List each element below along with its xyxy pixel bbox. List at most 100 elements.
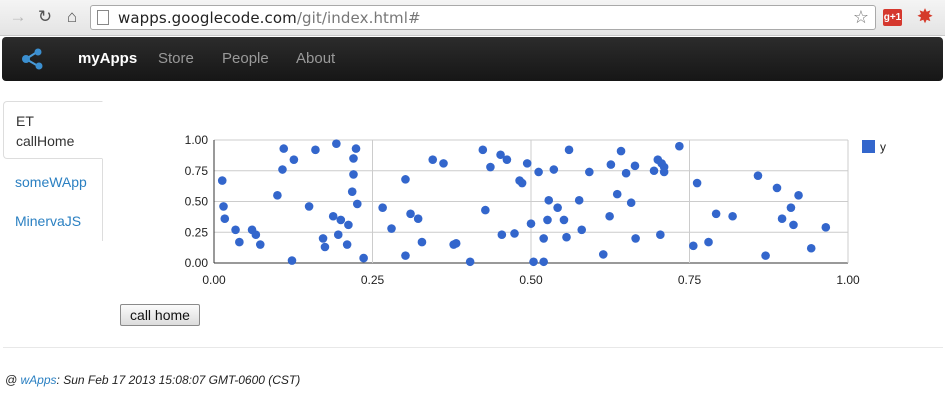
footer-divider (3, 347, 943, 348)
data-point (387, 224, 396, 233)
data-point (711, 209, 721, 219)
data-point (378, 203, 387, 212)
data-point (522, 159, 532, 168)
data-point (539, 234, 548, 243)
data-point (529, 257, 538, 267)
data-point (344, 220, 353, 230)
data-point (336, 215, 346, 225)
nav-link-people[interactable]: People (222, 50, 269, 67)
data-point (585, 167, 594, 177)
y-tick-label: 0.25 (185, 225, 209, 239)
data-point (605, 211, 614, 221)
tab-callhome[interactable]: ET callHome (3, 101, 103, 159)
data-point (413, 214, 423, 224)
data-point (728, 211, 737, 221)
data-point (564, 145, 574, 155)
data-point (562, 232, 571, 242)
x-tick-label: 0.25 (361, 273, 385, 287)
data-point (217, 176, 227, 185)
data-point (235, 237, 244, 247)
data-point (606, 160, 616, 169)
data-point (704, 237, 713, 247)
data-point (347, 187, 357, 196)
data-point (349, 154, 358, 163)
extension-badge-icon[interactable]: ✸ (915, 7, 935, 27)
molecule-logo-icon[interactable] (20, 47, 46, 71)
data-point (761, 251, 770, 260)
data-point (352, 199, 362, 209)
data-point (486, 162, 495, 172)
x-tick-label: 0.00 (202, 273, 226, 287)
data-point (612, 189, 622, 199)
y-tick-label: 1.00 (185, 133, 209, 147)
data-point (598, 250, 608, 259)
gplus-extension-icon[interactable]: g+1 (883, 9, 902, 26)
data-point (616, 146, 626, 156)
data-point (219, 202, 228, 211)
data-point (278, 165, 287, 174)
browser-toolbar: → ↻ ⌂ wapps.googlecode.com/git/index.htm… (0, 0, 945, 36)
data-point (689, 241, 698, 251)
data-point (287, 256, 297, 265)
footer: @ wApps: Sun Feb 17 2013 15:08:07 GMT-06… (5, 373, 300, 387)
tab-somewapp[interactable]: someWApp (3, 172, 103, 192)
nav-link-about[interactable]: About (296, 50, 335, 67)
data-point (251, 230, 261, 240)
y-tick-label: 0.75 (185, 164, 209, 178)
footer-prefix: @ (5, 373, 21, 387)
home-icon[interactable]: ⌂ (62, 7, 82, 27)
data-point (401, 175, 410, 184)
data-point (342, 240, 352, 249)
data-point (428, 155, 438, 164)
app-tabs: ET callHome someWApp MinervaJS (3, 101, 103, 241)
legend-label: y (880, 140, 886, 154)
data-point (539, 257, 548, 267)
data-point (318, 234, 328, 243)
legend-swatch (862, 140, 875, 153)
data-point (794, 191, 803, 200)
data-point (320, 242, 330, 252)
tab-minervajs[interactable]: MinervaJS (3, 211, 103, 231)
data-point (543, 215, 552, 225)
data-point (526, 219, 536, 228)
data-point (753, 171, 763, 180)
data-point (544, 195, 554, 205)
data-point (255, 240, 265, 249)
data-point (417, 237, 427, 247)
nav-link-store[interactable]: Store (158, 50, 194, 67)
call-home-button[interactable]: call home (120, 304, 200, 326)
x-tick-label: 0.75 (678, 273, 702, 287)
top-navbar: myApps Store People About (2, 37, 943, 81)
data-point (631, 234, 640, 243)
reload-icon[interactable]: ↻ (35, 7, 55, 27)
scatter-chart: 0.00 0.25 0.50 0.75 1.00 0.00 0.25 0.50 0.75 1.00… (185, 133, 886, 287)
x-tick-label: 1.00 (836, 273, 860, 287)
url-host: wapps.googlecode.com (118, 9, 297, 27)
data-point (675, 141, 684, 151)
data-point (465, 257, 475, 267)
data-point (534, 167, 543, 177)
brand-link[interactable]: myApps (78, 50, 137, 67)
footer-timestamp: : Sun Feb 17 2013 15:08:07 GMT-0600 (CST… (56, 373, 301, 387)
back-arrow-icon[interactable]: → (8, 7, 28, 27)
data-point (279, 144, 289, 153)
data-point (220, 214, 230, 224)
data-point (621, 168, 631, 178)
data-point (359, 253, 368, 263)
bookmark-star-icon[interactable]: ☆ (853, 7, 869, 28)
y-tick-label: 0.50 (185, 195, 209, 209)
data-point (777, 214, 787, 224)
data-point (439, 159, 448, 168)
data-point (502, 155, 512, 164)
data-point (401, 251, 410, 260)
data-point (451, 239, 461, 248)
data-point (559, 215, 569, 225)
data-point (332, 139, 341, 148)
data-point (574, 195, 584, 205)
address-bar[interactable]: wapps.googlecode.com/git/index.html# ☆ (90, 5, 876, 30)
data-point (481, 205, 490, 215)
url-text[interactable]: wapps.googlecode.com/git/index.html# (118, 9, 421, 27)
data-point (549, 165, 559, 174)
data-point (517, 178, 527, 188)
footer-link[interactable]: wApps (21, 373, 57, 387)
